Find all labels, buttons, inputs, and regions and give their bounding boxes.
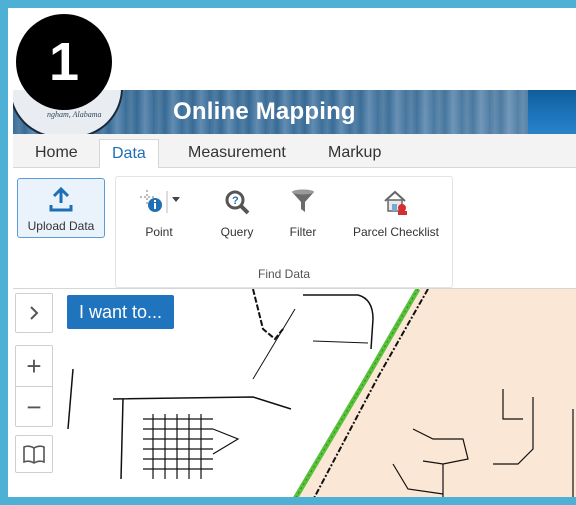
tab-data[interactable]: Data: [99, 139, 159, 169]
parcel-checklist-label: Parcel Checklist: [352, 225, 440, 239]
parcel-checklist-icon: [384, 190, 407, 215]
tab-markup[interactable]: Markup: [316, 139, 393, 167]
point-tool-label: Point: [145, 225, 173, 239]
svg-text:?: ?: [232, 195, 239, 207]
identify-point-icon: [140, 190, 180, 213]
step-number-badge: 1: [16, 14, 112, 110]
upload-data-button[interactable]: Upload Data: [17, 178, 105, 238]
find-data-group: Point ? Query Filter Parcel Checklist Fi…: [115, 176, 453, 288]
tab-measurement[interactable]: Measurement: [176, 139, 298, 167]
filter-tool-label: Filter: [289, 225, 317, 239]
point-tool-button[interactable]: Point: [126, 185, 192, 239]
app-title: Online Mapping: [173, 98, 356, 125]
query-tool-button[interactable]: ? Query: [212, 185, 262, 239]
street-grid: [143, 414, 240, 479]
upload-icon: [49, 186, 73, 212]
chevron-right-icon: [30, 306, 39, 320]
zoning-area: [296, 289, 576, 497]
i-want-to-button[interactable]: I want to...: [67, 295, 175, 329]
seal-text: ngham, Alabama: [47, 110, 102, 119]
bookmarks-button[interactable]: [15, 435, 53, 473]
panel-expand-button[interactable]: [15, 293, 53, 333]
query-tool-label: Query: [220, 225, 254, 239]
map-view[interactable]: I want to... + −: [13, 289, 576, 497]
upload-data-label: Upload Data: [27, 219, 95, 233]
filter-tool-button[interactable]: Filter: [280, 185, 326, 239]
query-magnifier-icon: ?: [225, 190, 250, 215]
ribbon-panel: Upload Data Point ? Query Filter Parcel …: [13, 168, 576, 289]
ribbon-tabs: Home Data Measurement Markup: [13, 134, 576, 169]
book-icon: [23, 445, 45, 464]
tab-home[interactable]: Home: [23, 139, 90, 167]
zoom-control: + −: [15, 345, 53, 427]
funnel-filter-icon: [292, 189, 314, 212]
parcel-checklist-button[interactable]: Parcel Checklist: [344, 185, 448, 239]
zoom-in-button[interactable]: +: [16, 346, 52, 386]
app-banner: ngham, Alabama Online Mapping: [13, 90, 576, 134]
find-data-group-label: Find Data: [257, 267, 311, 281]
mapping-app: ngham, Alabama Online Mapping Home Data …: [13, 90, 576, 497]
zoom-out-button[interactable]: −: [16, 386, 52, 427]
